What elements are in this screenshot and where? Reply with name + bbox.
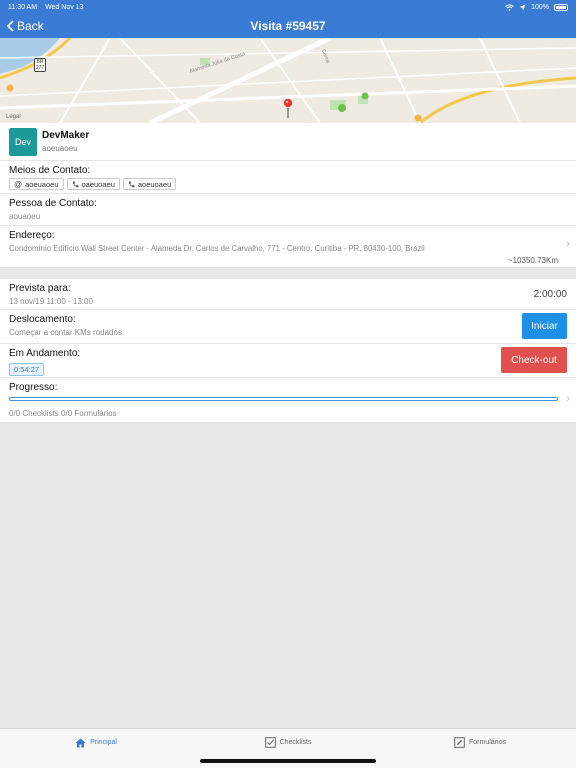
- company-row[interactable]: Dev DevMaker aoeuaoeu: [0, 123, 576, 161]
- contact-person-label: Pessoa de Contato:: [9, 198, 97, 209]
- scheduled-row: Prevista para: 13 nov/19 11:00 - 13:00 2…: [0, 279, 576, 310]
- travel-description: Começar a contar KMs rodados.: [9, 328, 125, 337]
- progress-row[interactable]: Progresso: 0/0 Checklists 0/0 Formulário…: [0, 378, 576, 422]
- in-progress-label: Em Andamento:: [9, 348, 81, 359]
- contact-chip-text: aoeuaoeu: [25, 179, 59, 189]
- contact-chip-text: aoeuoaeu: [137, 179, 172, 189]
- visit-info-card: Dev DevMaker aoeuaoeu Meios de Contato: …: [0, 123, 576, 267]
- tab-label: Checklists: [279, 739, 312, 746]
- location-arrow-icon: [519, 4, 526, 10]
- travel-row: Deslocamento: Começar a contar KMs rodad…: [0, 310, 576, 344]
- at-icon: @: [14, 179, 23, 189]
- chevron-right-icon: ›: [566, 238, 570, 250]
- address-row[interactable]: Endereço: Condomínio Edifício Wall Stree…: [0, 226, 576, 268]
- wifi-icon: [505, 4, 514, 11]
- company-name: DevMaker: [42, 130, 90, 141]
- elapsed-timer-badge: 0:54:27: [9, 363, 45, 376]
- avatar: Dev: [9, 127, 37, 156]
- company-subtitle: aoeuaoeu: [42, 144, 78, 153]
- battery-percent: 100%: [531, 3, 549, 11]
- in-progress-row: Em Andamento: 0:54:27 Check-out: [0, 344, 576, 378]
- distance-value: ~10350.73Km: [507, 256, 558, 265]
- map-canvas: Alameda Júlia da Costa Carlos: [0, 38, 576, 123]
- phone-icon: [128, 181, 135, 187]
- checkbox-icon: [264, 737, 276, 748]
- status-time: 11:30 AM: [8, 3, 38, 11]
- page-title: Visita #59457: [250, 19, 326, 33]
- form-icon: [454, 737, 465, 748]
- map-legal-link[interactable]: Legal: [6, 114, 21, 120]
- contact-chip-phone[interactable]: aoeuoaeu: [122, 178, 177, 190]
- status-date: Wed Nov 13: [45, 3, 84, 11]
- status-bar: 11:30 AM Wed Nov 13 100%: [0, 0, 576, 14]
- visit-status-card: Prevista para: 13 nov/19 11:00 - 13:00 2…: [0, 279, 576, 422]
- phone-icon: [72, 181, 78, 187]
- progress-bar: [9, 397, 558, 401]
- tab-label: Principal: [90, 739, 117, 746]
- location-map[interactable]: Alameda Júlia da Costa Carlos BR 277 Leg…: [0, 38, 576, 123]
- chevron-left-icon: [7, 20, 14, 32]
- map-pin-icon: [283, 98, 293, 108]
- navigation-bar: Back Visita #59457: [0, 14, 576, 38]
- contact-person-row: Pessoa de Contato: aouaoeu: [0, 194, 576, 226]
- progress-label: Progresso:: [9, 382, 58, 393]
- battery-icon: [554, 3, 568, 11]
- address-label: Endereço:: [9, 230, 55, 241]
- back-label: Back: [17, 19, 44, 33]
- progress-summary: 0/0 Checklists 0/0 Formulários: [9, 409, 117, 418]
- contact-chip-text: oaeuoaeu: [81, 179, 115, 189]
- scheduled-value: 13 nov/19 11:00 - 13:00: [9, 297, 93, 306]
- home-icon: [75, 738, 86, 747]
- contact-chip-phone[interactable]: oaeuoaeu: [66, 178, 120, 190]
- tab-label: Formulários: [469, 739, 506, 746]
- back-button[interactable]: Back: [0, 19, 44, 33]
- tab-formularios[interactable]: Formulários: [384, 729, 576, 768]
- travel-label: Deslocamento:: [9, 314, 76, 325]
- contact-methods-row: Meios de Contato: @ aoeuaoeu oaeuoaeu ao…: [0, 161, 576, 194]
- start-button[interactable]: Iniciar: [522, 313, 567, 339]
- chevron-right-icon: ›: [566, 393, 570, 405]
- checkout-button[interactable]: Check-out: [501, 347, 567, 373]
- address-value: Condomínio Edifício Wall Street Center -…: [9, 244, 425, 253]
- scheduled-duration: 2:00:00: [533, 289, 567, 300]
- contact-chip-email[interactable]: @ aoeuaoeu: [9, 178, 64, 190]
- tab-principal[interactable]: Principal: [0, 729, 192, 768]
- scheduled-label: Prevista para:: [9, 283, 71, 294]
- contact-methods-label: Meios de Contato:: [9, 165, 91, 176]
- contact-person-value: aouaoeu: [9, 212, 41, 221]
- home-indicator[interactable]: [200, 759, 376, 763]
- route-shield-icon: BR 277: [34, 58, 46, 72]
